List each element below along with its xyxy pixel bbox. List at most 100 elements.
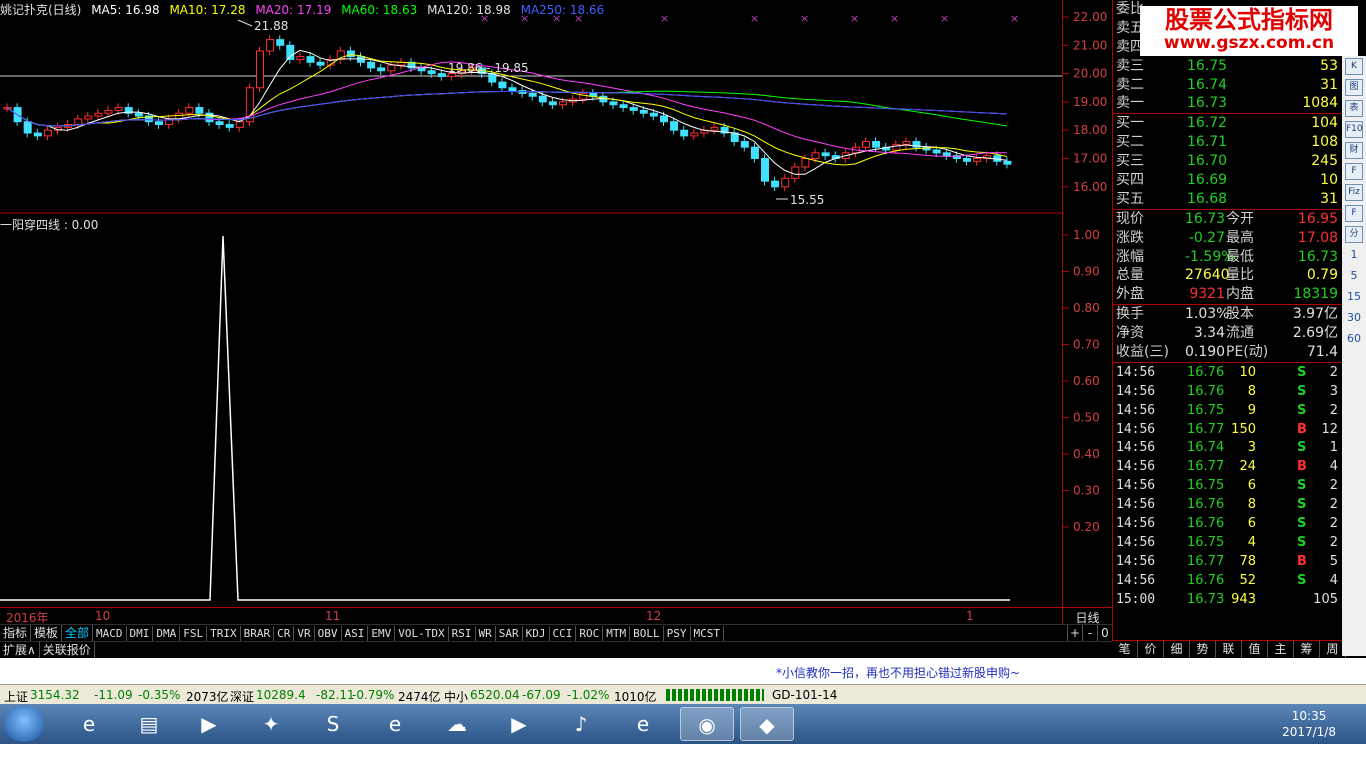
- sell-row-3[interactable]: 卖三 16.75 53: [1113, 57, 1342, 76]
- candle[interactable]: [195, 107, 204, 114]
- indicator-tab-13[interactable]: EMV: [368, 626, 396, 642]
- candle[interactable]: [660, 115, 668, 123]
- candle[interactable]: [33, 132, 42, 137]
- candle[interactable]: [215, 121, 224, 126]
- indicator-tab-5[interactable]: DMA: [153, 626, 181, 642]
- candle[interactable]: [629, 107, 638, 111]
- candle[interactable]: [74, 118, 83, 126]
- candle[interactable]: [367, 61, 376, 69]
- buy-row-3[interactable]: 买三 16.70 245: [1113, 152, 1342, 171]
- app-icon[interactable]: ✦: [244, 707, 298, 741]
- indicator-tab-8[interactable]: BRAR: [241, 626, 275, 642]
- browser-icon[interactable]: e: [368, 707, 422, 741]
- indicator-tab-7[interactable]: TRIX: [207, 626, 241, 642]
- candle[interactable]: [548, 101, 557, 106]
- buy-row-4[interactable]: 买四 16.69 10: [1113, 171, 1342, 190]
- candle[interactable]: [104, 109, 113, 114]
- skype-icon[interactable]: S: [306, 707, 360, 741]
- indicator-tab-24[interactable]: MCST: [691, 626, 725, 642]
- tool-button-5[interactable]: F: [1345, 163, 1363, 180]
- server-label[interactable]: GD-101-14: [772, 688, 837, 702]
- candle[interactable]: [43, 129, 52, 137]
- candle[interactable]: [235, 121, 244, 128]
- candle[interactable]: [710, 126, 719, 131]
- candle[interactable]: [256, 50, 264, 89]
- candle[interactable]: [619, 104, 628, 109]
- tool-button-8[interactable]: 分: [1345, 226, 1363, 243]
- indicator-tab-17[interactable]: SAR: [496, 626, 523, 642]
- ie2-icon[interactable]: e: [616, 707, 670, 741]
- chart-area[interactable]: 21.88 19.86 - 19.85 15.55 × × × × × × × × × × × 姚记…: [0, 0, 1062, 610]
- zoom-in-button[interactable]: +: [1067, 625, 1082, 641]
- tool-button-10[interactable]: 5: [1345, 268, 1363, 285]
- candle[interactable]: [134, 112, 143, 117]
- ie-icon[interactable]: e: [62, 707, 116, 741]
- tool-button-12[interactable]: 30: [1345, 310, 1363, 327]
- indicator-tab-2[interactable]: 全部: [62, 625, 94, 641]
- candle[interactable]: [114, 107, 123, 111]
- panel-tab-1[interactable]: 价: [1138, 641, 1164, 658]
- period-selector[interactable]: 日线: [1062, 607, 1112, 625]
- panel-tab-2[interactable]: 细: [1164, 641, 1190, 658]
- sell-row-2[interactable]: 卖二 16.74 31: [1113, 76, 1342, 95]
- candle[interactable]: [559, 101, 567, 106]
- candle[interactable]: [1003, 160, 1012, 165]
- candle[interactable]: [942, 152, 951, 157]
- candle[interactable]: [811, 152, 820, 159]
- candle[interactable]: [296, 56, 305, 60]
- indicator-tab-21[interactable]: MTM: [603, 626, 631, 642]
- candle[interactable]: [973, 158, 982, 162]
- indicator-tab-6[interactable]: FSL: [180, 626, 208, 642]
- candle[interactable]: [427, 70, 436, 75]
- zoom-out-button[interactable]: -: [1082, 625, 1097, 641]
- zoom-reset-button[interactable]: 0: [1097, 625, 1112, 641]
- media-player-icon[interactable]: ▶: [182, 707, 236, 741]
- candle[interactable]: [761, 158, 769, 182]
- guosen-icon[interactable]: ◆: [740, 707, 794, 741]
- video-icon[interactable]: ▶: [492, 707, 546, 741]
- candle[interactable]: [94, 112, 103, 117]
- candle[interactable]: [185, 107, 194, 114]
- panel-tab-6[interactable]: 主: [1268, 641, 1294, 658]
- buy-row-5[interactable]: 买五 16.68 31: [1113, 190, 1342, 209]
- indicator-tab-10[interactable]: VR: [294, 626, 315, 642]
- indicator-tab-9[interactable]: CR: [274, 626, 295, 642]
- indicator-tab-23[interactable]: PSY: [664, 626, 691, 642]
- candle[interactable]: [528, 92, 537, 97]
- indicator-tab-3[interactable]: MACD: [93, 626, 127, 642]
- tool-button-13[interactable]: 60: [1345, 331, 1363, 348]
- candle[interactable]: [336, 50, 345, 60]
- candle[interactable]: [670, 121, 679, 131]
- tool-button-1[interactable]: 图: [1345, 79, 1363, 96]
- candle[interactable]: [316, 61, 325, 66]
- candle[interactable]: [498, 81, 507, 89]
- kline-chart[interactable]: 21.88 19.86 - 19.85 15.55 × × × × × × × × × × ×: [0, 0, 1062, 607]
- panel-tab-7[interactable]: 筹: [1294, 641, 1320, 658]
- tool-button-3[interactable]: F10: [1345, 121, 1363, 138]
- indicator-tab-16[interactable]: WR: [476, 626, 496, 642]
- candle[interactable]: [266, 39, 275, 52]
- candle[interactable]: [538, 95, 547, 103]
- candle[interactable]: [508, 87, 517, 92]
- tool-button-4[interactable]: 财: [1345, 142, 1363, 159]
- related-quote-tab[interactable]: 关联报价: [40, 642, 95, 658]
- indicator-tab-12[interactable]: ASI: [342, 626, 369, 642]
- qq-icon[interactable]: ◉: [680, 707, 734, 741]
- candle[interactable]: [346, 50, 355, 58]
- candle[interactable]: [862, 141, 870, 148]
- candle[interactable]: [23, 121, 32, 134]
- candle[interactable]: [872, 141, 881, 148]
- candle[interactable]: [649, 112, 658, 117]
- candle[interactable]: [791, 166, 800, 179]
- candle[interactable]: [690, 132, 699, 137]
- candle[interactable]: [84, 115, 93, 120]
- candle[interactable]: [750, 146, 759, 159]
- panel-tab-3[interactable]: 势: [1190, 641, 1216, 658]
- candle[interactable]: [781, 177, 790, 188]
- candle[interactable]: [155, 121, 163, 126]
- candle[interactable]: [286, 44, 295, 60]
- start-button[interactable]: [4, 706, 44, 742]
- buy-row-2[interactable]: 买二 16.71 108: [1113, 133, 1342, 152]
- panel-tab-4[interactable]: 联: [1216, 641, 1242, 658]
- candle[interactable]: [639, 109, 648, 114]
